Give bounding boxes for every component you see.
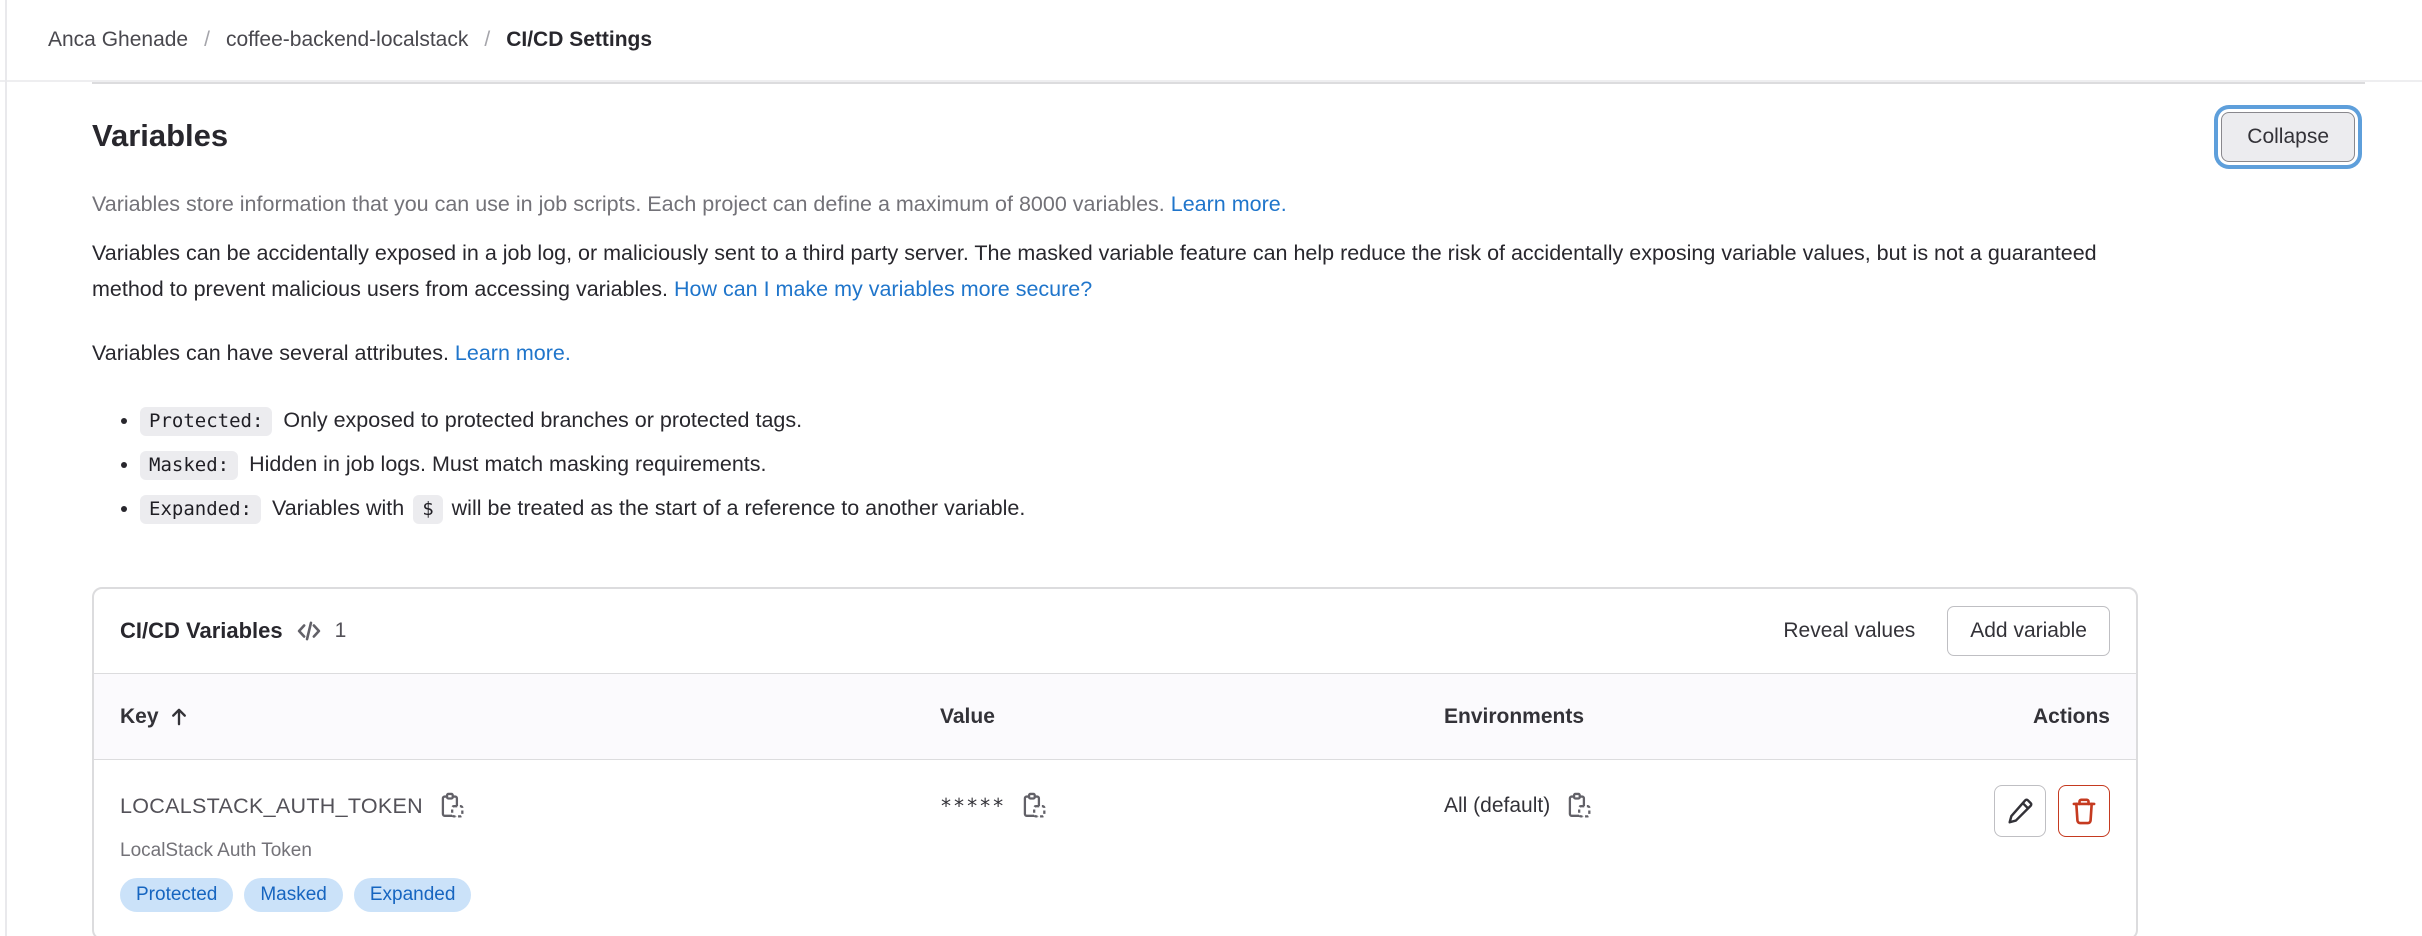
protected-code-label: Protected: [140,407,272,436]
list-item-expanded: Expanded: Variables with $ will be treated … [140,493,2365,524]
list-item-protected: Protected: Only exposed to protected bran… [140,405,2365,436]
attributes-learn-more-link[interactable]: Learn more. [455,341,571,365]
breadcrumb-item-user[interactable]: Anca Ghenade [48,28,188,52]
column-header-environments: Environments [1444,705,1964,729]
breadcrumb-bar: Anca Ghenade / coffee-backend-localstack… [0,0,2422,82]
value-cell: ***** [940,784,1444,912]
attributes-paragraph: Variables can have several attributes. L… [92,338,2365,369]
variable-row: LOCALSTACK_AUTH_TOKEN LocalStack Auth To… [94,760,2136,936]
column-header-value: Value [940,705,1444,729]
card-header: CI/CD Variables 1 Reveal values Add vari… [94,589,2136,673]
environments-cell: All (default) [1444,784,1964,912]
protected-description: Only exposed to protected branches or pr… [283,408,802,432]
actions-cell [1964,784,2110,912]
badge-masked: Masked [244,878,343,912]
attributes-list: Protected: Only exposed to protected bran… [92,405,2365,524]
masked-code-label: Masked: [140,451,238,480]
edit-variable-button[interactable] [1994,785,2046,837]
cicd-variables-card: CI/CD Variables 1 Reveal values Add vari… [92,587,2138,936]
card-title: CI/CD Variables [120,618,283,644]
expanded-description-before: Variables with [272,496,404,520]
badge-row: Protected Masked Expanded [120,878,940,912]
column-header-actions: Actions [1964,705,2110,729]
badge-protected: Protected [120,878,233,912]
arrow-up-icon [168,706,190,728]
breadcrumb-item-project[interactable]: coffee-backend-localstack [226,28,468,52]
variable-environments: All (default) [1444,794,1550,818]
learn-more-link[interactable]: Learn more. [1171,192,1287,216]
key-column-label: Key [120,705,159,729]
page-title: Variables [92,116,228,156]
variables-section: Variables Collapse Variables store infor… [92,82,2365,936]
warning-paragraph: Variables can be accidentally exposed in… [92,235,2112,307]
masked-description: Hidden in job logs. Must match masking r… [249,452,766,476]
copy-key-button[interactable] [433,787,471,825]
copy-to-clipboard-icon [438,792,466,820]
variable-value-masked: ***** [940,794,1005,818]
variables-secure-link[interactable]: How can I make my variables more secure? [674,277,1092,301]
expanded-description-after: will be treated as the start of a refere… [452,496,1026,520]
pencil-icon [2005,796,2035,826]
copy-value-button[interactable] [1015,787,1053,825]
list-item-masked: Masked: Hidden in job logs. Must match ma… [140,449,2365,480]
table-header-row: Key Value Environments Actions [94,673,2136,760]
attributes-text: Variables can have several attributes. [92,341,449,365]
breadcrumb-item-current: CI/CD Settings [506,28,652,52]
variables-count: 1 [335,619,347,643]
delete-variable-button[interactable] [2058,785,2110,837]
copy-environments-button[interactable] [1560,787,1598,825]
breadcrumb: Anca Ghenade / coffee-backend-localstack… [48,28,652,52]
breadcrumb-separator: / [204,28,210,52]
variable-description: LocalStack Auth Token [120,837,940,865]
code-icon [296,618,322,644]
page-left-edge [5,0,7,936]
intro-paragraph: Variables store information that you can… [92,189,2365,220]
collapse-button[interactable]: Collapse [2221,112,2355,162]
copy-to-clipboard-icon [1565,792,1593,820]
warning-text: Variables can be accidentally exposed in… [92,241,2097,301]
expanded-code-label: Expanded: [140,495,261,524]
section-header: Variables Collapse [92,116,2365,162]
key-cell: LOCALSTACK_AUTH_TOKEN LocalStack Auth To… [120,784,940,912]
reveal-values-button[interactable]: Reveal values [1777,609,1921,653]
dollar-code-label: $ [413,495,442,524]
add-variable-button[interactable]: Add variable [1947,606,2110,656]
copy-to-clipboard-icon [1020,792,1048,820]
intro-text: Variables store information that you can… [92,192,1165,216]
breadcrumb-separator: / [484,28,490,52]
column-header-key[interactable]: Key [120,705,940,729]
variables-table: Key Value Environments Actions LOCALSTAC… [94,673,2136,936]
trash-icon [2069,796,2099,826]
variable-key: LOCALSTACK_AUTH_TOKEN [120,794,423,819]
badge-expanded: Expanded [354,878,472,912]
